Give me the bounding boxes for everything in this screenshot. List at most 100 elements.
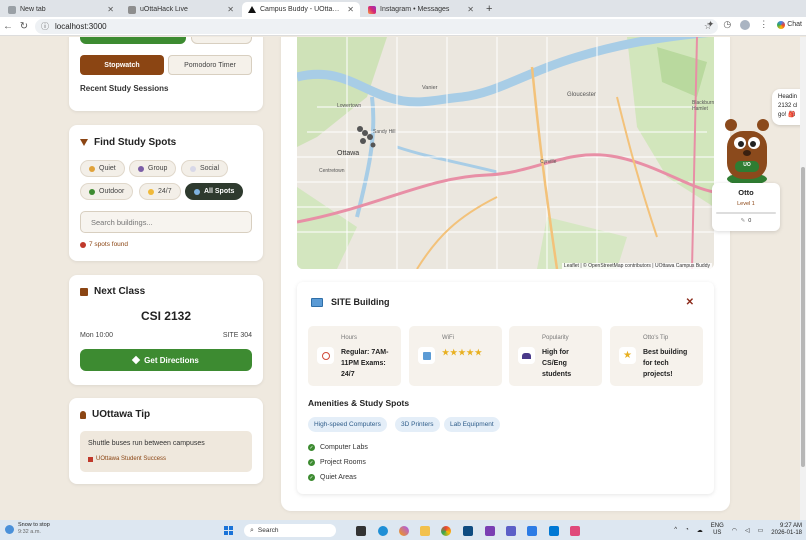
feature-label: Computer Labs <box>320 444 368 451</box>
vscode-icon[interactable] <box>549 526 559 536</box>
copilot-icon[interactable] <box>399 526 409 536</box>
close-icon[interactable]: ✕ <box>107 5 114 14</box>
chip-social[interactable]: Social <box>181 160 229 177</box>
app-icon[interactable] <box>485 526 495 536</box>
chip-outdoor[interactable]: Outdoor <box>80 183 134 200</box>
onedrive-icon[interactable]: ☁ <box>697 527 703 534</box>
battery-icon[interactable]: ▭ <box>758 527 764 534</box>
wifi-tray-icon[interactable]: ◠ <box>732 527 737 534</box>
wifi-glyph <box>422 351 431 360</box>
weather-widget[interactable]: Snow to stop 9:32 a.m. <box>5 522 50 536</box>
lang-code: ENG <box>710 523 724 529</box>
reload-icon[interactable]: ↻ <box>16 21 32 32</box>
network-icon[interactable]: ◔ <box>685 527 689 533</box>
otto-mascot[interactable]: UO <box>722 117 772 185</box>
language-indicator[interactable]: ENG US <box>711 523 724 537</box>
campus-map[interactable]: Ottawa Vanier Gloucester Lowertown Centr… <box>297 37 714 269</box>
course-code: CSI 2132 <box>140 309 192 323</box>
tab-new-tab[interactable]: New tab ✕ <box>2 2 120 17</box>
clock-icon <box>317 347 334 364</box>
menu-icon[interactable]: ⋮ <box>759 19 768 30</box>
uottawa-tip-card: UOttawa Tip Shuttle buses run between ca… <box>69 398 263 484</box>
close-icon[interactable]: ✕ <box>467 5 474 14</box>
volume-icon[interactable]: ◁ <box>745 527 750 534</box>
snow-icon <box>5 524 14 534</box>
tab-label: uOttaHack Live <box>140 6 188 13</box>
page-scrollbar[interactable] <box>800 37 806 520</box>
close-icon[interactable]: ✕ <box>227 5 234 14</box>
info-label: Otto's Tip <box>643 335 669 341</box>
chevron-up-icon[interactable]: ^ <box>674 527 677 533</box>
wifi-stars: ★★★★★ <box>442 348 483 357</box>
map-label-ottawa: Ottawa <box>337 150 360 157</box>
info-hours: Hours Regular: 7AM-11PM Exams: 24/7 <box>308 326 401 386</box>
get-directions-button[interactable]: Get Directions <box>80 349 252 371</box>
back-icon[interactable]: ← <box>0 21 16 32</box>
map-label-sandy-hill: Sandy Hill <box>373 129 396 135</box>
check-icon: ✓ <box>308 459 315 466</box>
extensions-icon[interactable]: ✦ <box>707 19 715 30</box>
lang-region: US <box>713 530 722 536</box>
map-svg <box>297 37 714 269</box>
app-icon[interactable] <box>527 526 537 536</box>
snipping-tool-icon[interactable] <box>570 526 580 536</box>
chat-button[interactable]: Chat <box>777 20 802 29</box>
weather-title: Snow to stop <box>18 522 50 528</box>
chip-all-spots[interactable]: All Spots <box>185 183 244 200</box>
pomodoro-button[interactable]: Pomodoro Timer <box>168 55 252 75</box>
taskbar-search[interactable]: ⌕ Search <box>244 524 336 537</box>
taskbar-clock[interactable]: 9:27 AM 2026-01-18 <box>771 523 802 537</box>
search-buildings-input[interactable] <box>80 211 252 233</box>
chrome-taskbar-icon[interactable] <box>441 526 451 536</box>
windows-taskbar: Snow to stop 9:32 a.m. ⌕ Search ^ ◔ ☁ EN… <box>0 520 806 540</box>
scroll-thumb[interactable] <box>801 167 805 467</box>
xp-bar <box>716 212 776 214</box>
tab-campus-buddy[interactable]: Campus Buddy - UOttawa Study S ✕ <box>242 2 360 17</box>
info-label: Hours <box>341 335 358 341</box>
info-label: WiFi <box>442 335 454 341</box>
feature-label: Quiet Areas <box>320 474 357 481</box>
feature-item: ✓ Project Rooms <box>308 459 366 466</box>
amenity-chip[interactable]: 3D Printers <box>395 417 440 432</box>
info-value: Regular: 7AM-11PM Exams: 24/7 <box>341 349 389 378</box>
store-icon[interactable] <box>463 526 473 536</box>
clock-glyph <box>321 351 330 360</box>
close-icon[interactable]: ✕ <box>347 5 354 14</box>
chip-quiet[interactable]: Quiet <box>80 160 125 177</box>
next-class-card: Next Class CSI 2132 Mon 10:00 SITE 304 G… <box>69 275 263 385</box>
edge-icon[interactable] <box>378 526 388 536</box>
file-explorer-icon[interactable] <box>420 526 430 536</box>
people-glyph <box>522 352 531 359</box>
otto-level: Level 1 <box>737 201 755 207</box>
directions-icon <box>131 355 141 365</box>
timer-start-button[interactable] <box>80 37 186 44</box>
chip-group[interactable]: Group <box>129 160 177 177</box>
triangle-icon <box>248 6 256 13</box>
profile-avatar[interactable] <box>740 19 751 30</box>
amenity-chip[interactable]: Lab Equipment <box>444 417 500 432</box>
amenities-heading: Amenities & Study Spots <box>308 398 410 408</box>
tab-label: New tab <box>20 6 46 13</box>
address-bar[interactable]: ⓘ localhost:3000 ☆ <box>35 19 718 34</box>
tab-instagram[interactable]: Instagram • Messages ✕ <box>362 2 480 17</box>
new-tab-button[interactable]: + <box>486 2 492 17</box>
site-icon <box>128 5 136 14</box>
page-viewport: Stopwatch Pomodoro Timer Recent Study Se… <box>0 37 806 520</box>
points-value: 0 <box>748 218 752 224</box>
history-icon[interactable]: ◷ <box>723 19 731 30</box>
chip-24-7[interactable]: 24/7 <box>139 183 181 200</box>
amenity-chip[interactable]: High-speed Computers <box>308 417 387 432</box>
stopwatch-button[interactable]: Stopwatch <box>80 55 164 75</box>
tip-source-label: UOttawa Student Success <box>96 456 167 462</box>
site-info-icon[interactable]: ⓘ <box>41 21 49 32</box>
teams-icon[interactable] <box>506 526 516 536</box>
windows-start-icon[interactable] <box>224 526 233 535</box>
tip-box: Shuttle buses run between campuses UOtta… <box>80 431 252 472</box>
timer-reset-button[interactable] <box>191 37 252 44</box>
beaver-icon <box>725 119 769 185</box>
filter-icon <box>80 139 88 146</box>
task-view-icon[interactable] <box>356 526 366 536</box>
wifi-icon <box>418 347 435 364</box>
tab-uottahack[interactable]: uOttaHack Live ✕ <box>122 2 240 17</box>
close-building-button[interactable]: ✕ <box>686 297 694 308</box>
